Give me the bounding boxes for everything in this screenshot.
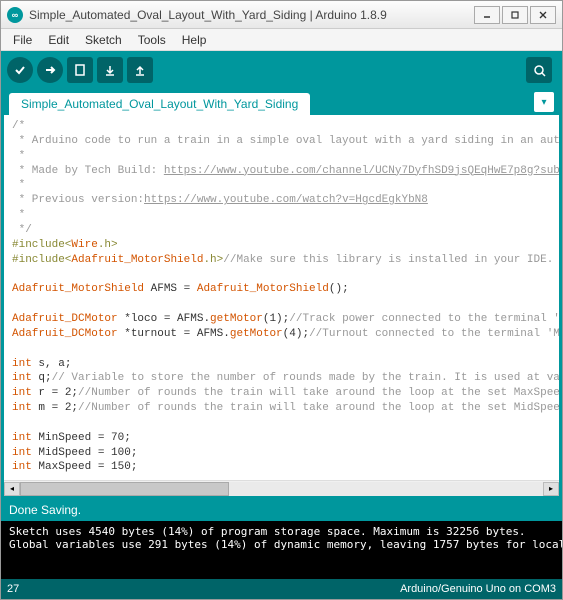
editor-hscrollbar[interactable]: ◂ ▸ [4,480,559,496]
arduino-logo-icon: ∞ [7,7,23,23]
board-port: Arduino/Genuino Uno on COM3 [400,583,556,595]
upload-button[interactable] [37,57,63,83]
menu-tools[interactable]: Tools [130,31,174,49]
scroll-right-icon[interactable]: ▸ [543,482,559,496]
editor-wrap: /* * Arduino code to run a train in a si… [1,115,562,499]
menu-help[interactable]: Help [174,31,215,49]
maximize-button[interactable] [502,6,528,24]
status-bar: Done Saving. [1,499,562,521]
console-line: Sketch uses 4540 bytes (14%) of program … [9,525,554,538]
verify-button[interactable] [7,57,33,83]
menu-edit[interactable]: Edit [40,31,77,49]
close-button[interactable] [530,6,556,24]
menubar: File Edit Sketch Tools Help [1,29,562,51]
minimize-button[interactable] [474,6,500,24]
sketch-tab[interactable]: Simple_Automated_Oval_Layout_With_Yard_S… [9,93,310,115]
scroll-track[interactable] [20,482,543,496]
new-button[interactable] [67,57,93,83]
tab-menu-button[interactable]: ▾ [534,92,554,112]
serial-monitor-button[interactable] [526,57,552,83]
line-number: 27 [7,583,19,595]
console-output[interactable]: Sketch uses 4540 bytes (14%) of program … [1,521,562,579]
scroll-thumb[interactable] [20,482,229,496]
titlebar: ∞ Simple_Automated_Oval_Layout_With_Yard… [1,1,562,29]
window-title: Simple_Automated_Oval_Layout_With_Yard_S… [29,8,474,22]
save-button[interactable] [127,57,153,83]
scroll-left-icon[interactable]: ◂ [4,482,20,496]
tabbar: Simple_Automated_Oval_Layout_With_Yard_S… [1,89,562,115]
menu-sketch[interactable]: Sketch [77,31,130,49]
arduino-window: ∞ Simple_Automated_Oval_Layout_With_Yard… [0,0,563,600]
toolbar [1,51,562,89]
console-line: Global variables use 291 bytes (14%) of … [9,538,554,551]
menu-file[interactable]: File [5,31,40,49]
status-text: Done Saving. [9,503,81,517]
code-editor[interactable]: /* * Arduino code to run a train in a si… [4,115,559,480]
open-button[interactable] [97,57,123,83]
footer: 27 Arduino/Genuino Uno on COM3 [1,579,562,599]
